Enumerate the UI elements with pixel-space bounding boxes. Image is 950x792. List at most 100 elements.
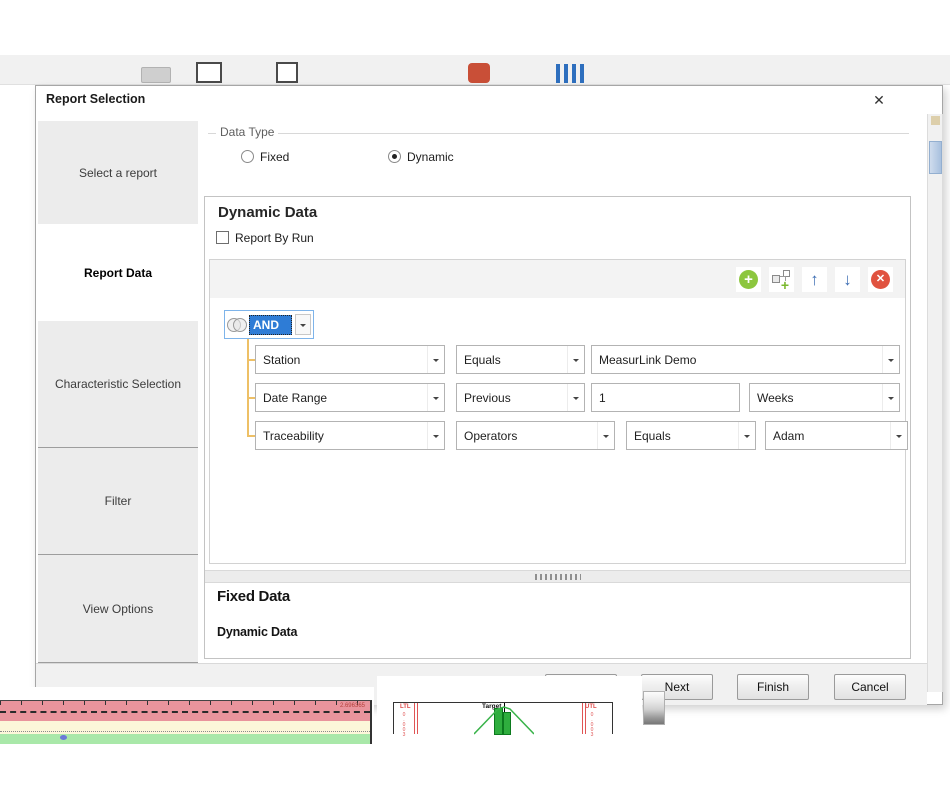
splitter-grip-icon[interactable] <box>535 574 581 580</box>
panel-heading: Dynamic Data <box>218 204 317 221</box>
subfield-dropdown[interactable]: Operators <box>456 421 615 450</box>
unit-dropdown[interactable]: Weeks <box>749 383 900 412</box>
utl-limit-line <box>582 703 583 734</box>
dropdown-value: Traceability <box>256 429 427 443</box>
ltl-label: LTL <box>400 704 411 710</box>
dynamic-data-panel: Dynamic Data Report By Run + + <box>204 196 911 659</box>
step-label: View Options <box>83 602 153 616</box>
field-dropdown[interactable]: Station <box>255 345 445 374</box>
dropdown-value: Operators <box>457 429 597 443</box>
dropdown-value: Station <box>256 353 427 367</box>
chevron-down-icon[interactable] <box>427 346 444 373</box>
histogram-window: LTL 0.003 Target UTL 0.003 <box>377 676 642 792</box>
scroll-up-button[interactable] <box>931 116 940 125</box>
dropdown-value: Equals <box>457 353 567 367</box>
utl-limit-line <box>585 703 586 734</box>
logic-operator-value: AND <box>249 315 292 335</box>
toolbar-icon-fragment <box>141 67 171 83</box>
input-value: 1 <box>592 391 739 405</box>
chevron-down-icon[interactable] <box>295 314 311 335</box>
control-dotted-line <box>0 731 370 732</box>
data-type-group-line <box>208 133 909 134</box>
value-dropdown[interactable]: Adam <box>765 421 908 450</box>
arrow-up-icon: ↑ <box>810 271 819 288</box>
chevron-down-icon[interactable] <box>597 422 614 449</box>
chevron-down-icon[interactable] <box>567 384 584 411</box>
chevron-down-icon[interactable] <box>427 422 444 449</box>
logic-operator-combo[interactable]: AND <box>224 310 314 339</box>
dropdown-value: Previous <box>457 391 567 405</box>
step-characteristic-selection[interactable]: Characteristic Selection <box>38 321 198 448</box>
radio-label-fixed: Fixed <box>260 150 289 164</box>
report-selection-dialog: Report Selection ✕ Select a report Repor… <box>35 85 943 705</box>
step-filter[interactable]: Filter <box>38 448 198 555</box>
chevron-down-icon[interactable] <box>882 384 899 411</box>
report-by-run-label: Report By Run <box>235 231 314 245</box>
ltl-limit-line <box>414 703 415 734</box>
in-spec-band <box>0 734 370 744</box>
limit-value-label: 2.696365 <box>340 703 365 709</box>
filter-toolbar: + + ↑ ↓ ✕ <box>210 260 905 298</box>
histogram-plot: LTL 0.003 Target UTL 0.003 <box>393 702 613 734</box>
finish-button[interactable]: Finish <box>737 674 809 700</box>
add-group-button[interactable]: + <box>769 267 794 292</box>
tree-connector <box>247 339 249 436</box>
branch-add-icon: + <box>772 270 791 289</box>
run-chart-plot: 2.696365 <box>0 700 372 744</box>
radio-option-fixed[interactable]: Fixed <box>241 150 289 164</box>
bell-curve <box>474 706 534 735</box>
radio-icon-dynamic[interactable] <box>388 150 401 163</box>
plus-icon: + <box>739 270 758 289</box>
dropdown-value: Date Range <box>256 391 427 405</box>
background-toolbar-strip <box>0 55 950 85</box>
axis-ticks <box>0 701 370 705</box>
vertical-scrollbar[interactable] <box>927 114 943 692</box>
cancel-button[interactable]: Cancel <box>834 674 906 700</box>
step-view-options[interactable]: View Options <box>38 555 198 663</box>
step-label: Characteristic Selection <box>55 377 181 391</box>
chevron-down-icon[interactable] <box>738 422 755 449</box>
ltl-value: 0.003 <box>401 712 406 737</box>
checkbox-icon[interactable] <box>216 231 229 244</box>
value-dropdown[interactable]: MeasurLink Demo <box>591 345 900 374</box>
chevron-down-icon[interactable] <box>567 346 584 373</box>
intersection-icon <box>227 318 247 331</box>
report-by-run-option[interactable]: Report By Run <box>216 231 314 245</box>
radio-option-dynamic[interactable]: Dynamic <box>388 150 454 164</box>
add-condition-button[interactable]: + <box>736 267 761 292</box>
delete-x-icon: ✕ <box>871 270 890 289</box>
radio-icon-fixed[interactable] <box>241 150 254 163</box>
wizard-step-list: Select a report Report Data Characterist… <box>38 119 198 663</box>
move-up-button[interactable]: ↑ <box>802 267 827 292</box>
splitter-bar[interactable] <box>205 570 910 583</box>
step-select-a-report[interactable]: Select a report <box>38 121 198 224</box>
blue-icon-fragment <box>556 64 586 83</box>
field-dropdown[interactable]: Date Range <box>255 383 445 412</box>
window-icon-fragment <box>276 62 298 83</box>
operator-dropdown[interactable]: Equals <box>626 421 756 450</box>
ltl-limit-line <box>417 703 418 734</box>
step-report-data[interactable]: Report Data <box>38 224 198 321</box>
field-dropdown[interactable]: Traceability <box>255 421 445 450</box>
move-down-button[interactable]: ↓ <box>835 267 860 292</box>
number-input[interactable]: 1 <box>591 383 740 412</box>
chevron-down-icon[interactable] <box>890 422 907 449</box>
screen: Report Selection ✕ Select a report Repor… <box>0 0 950 792</box>
delete-condition-button[interactable]: ✕ <box>868 267 893 292</box>
utl-label: UTL <box>585 704 597 710</box>
close-icon[interactable]: ✕ <box>868 89 890 111</box>
fixed-data-section-header[interactable]: Fixed Data <box>217 588 290 605</box>
operator-dropdown[interactable]: Previous <box>456 383 585 412</box>
warning-band <box>0 721 370 734</box>
chevron-down-icon[interactable] <box>427 384 444 411</box>
window-icon-fragment <box>196 62 222 83</box>
dropdown-value: Adam <box>766 429 890 443</box>
step-label: Report Data <box>84 266 152 280</box>
scrollbar-thumb[interactable] <box>929 141 942 174</box>
operator-dropdown[interactable]: Equals <box>456 345 585 374</box>
dynamic-data-section-header[interactable]: Dynamic Data <box>217 625 297 639</box>
limit-dashed-line <box>0 711 370 713</box>
data-type-group-label: Data Type <box>216 125 278 139</box>
utl-value: 0.003 <box>589 712 594 737</box>
chevron-down-icon[interactable] <box>882 346 899 373</box>
